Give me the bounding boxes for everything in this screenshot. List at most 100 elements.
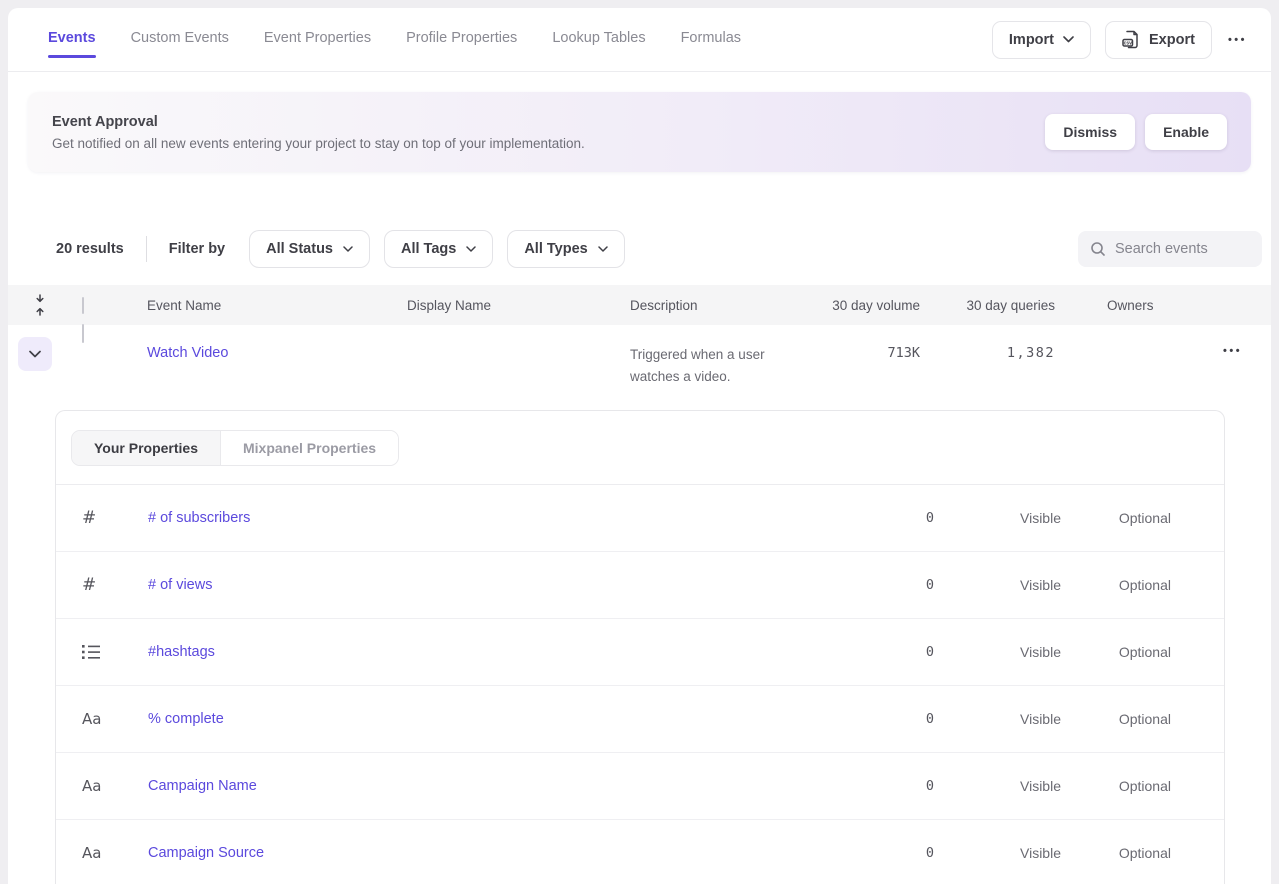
- import-button[interactable]: Import: [992, 21, 1091, 59]
- chevron-down-icon: [1063, 36, 1074, 43]
- event-queries: 1,382: [920, 325, 1055, 361]
- table-header: Event Name Display Name Description 30 d…: [8, 285, 1271, 325]
- list-type-icon: [82, 644, 100, 660]
- collapse-all-icon[interactable]: [33, 293, 47, 317]
- number-type-icon: #: [82, 508, 96, 528]
- search-input[interactable]: [1115, 241, 1250, 257]
- property-name-link[interactable]: #hashtags: [148, 644, 834, 660]
- property-name-link[interactable]: % complete: [148, 711, 834, 727]
- column-volume: 30 day volume: [820, 298, 920, 313]
- property-row: Aa Campaign Name 0 Visible Optional: [56, 753, 1224, 820]
- banner-title: Event Approval: [52, 114, 1045, 130]
- property-requirement: Optional: [1061, 644, 1171, 660]
- property-row: # # of subscribers 0 Visible Optional: [56, 485, 1224, 552]
- row-checkbox[interactable]: [82, 324, 84, 343]
- nav-actions: Import csv Export •••: [992, 21, 1249, 59]
- dismiss-button[interactable]: Dismiss: [1045, 114, 1135, 150]
- text-type-icon: Aa: [82, 777, 101, 795]
- properties-tabs-bar: Your Properties Mixpanel Properties: [56, 411, 1224, 485]
- text-type-icon: Aa: [82, 710, 101, 728]
- event-volume: 713K: [820, 325, 920, 361]
- tags-filter-label: All Tags: [401, 241, 456, 257]
- status-filter-dropdown[interactable]: All Status: [249, 230, 370, 268]
- event-properties-panel: Your Properties Mixpanel Properties # # …: [55, 410, 1225, 884]
- property-visibility: Visible: [934, 711, 1061, 727]
- property-visibility: Visible: [934, 577, 1061, 593]
- filter-dropdowns: All Status All Tags All Types: [249, 230, 625, 268]
- csv-file-icon: csv: [1122, 30, 1140, 49]
- export-button-label: Export: [1149, 32, 1195, 48]
- property-name-link[interactable]: # of views: [148, 577, 834, 593]
- svg-text:csv: csv: [1124, 41, 1133, 47]
- column-event-name: Event Name: [147, 298, 407, 313]
- tab-lookup-tables[interactable]: Lookup Tables: [552, 22, 645, 58]
- property-name-link[interactable]: Campaign Source: [148, 845, 834, 861]
- property-queries: 0: [834, 644, 934, 660]
- types-filter-label: All Types: [524, 241, 587, 257]
- property-requirement: Optional: [1061, 510, 1171, 526]
- more-menu-icon[interactable]: •••: [1226, 28, 1249, 52]
- property-requirement: Optional: [1061, 711, 1171, 727]
- event-name-link[interactable]: Watch Video: [147, 325, 228, 361]
- event-description-line1: Triggered when a user: [630, 344, 820, 366]
- select-all-checkbox[interactable]: [82, 297, 84, 314]
- banner-description: Get notified on all new events entering …: [52, 136, 1045, 151]
- collapse-row-button[interactable]: [18, 337, 52, 371]
- filter-by-label: Filter by: [169, 241, 225, 257]
- property-requirement: Optional: [1061, 845, 1171, 861]
- tab-event-properties[interactable]: Event Properties: [264, 22, 371, 58]
- column-description: Description: [630, 298, 820, 313]
- row-more-menu-icon[interactable]: •••: [1221, 339, 1244, 363]
- property-row: Aa Campaign Source 0 Visible Optional: [56, 820, 1224, 884]
- top-nav: Events Custom Events Event Properties Pr…: [8, 8, 1271, 72]
- property-queries: 0: [834, 577, 934, 593]
- import-button-label: Import: [1009, 32, 1054, 48]
- types-filter-dropdown[interactable]: All Types: [507, 230, 624, 268]
- property-queries: 0: [834, 845, 934, 861]
- tags-filter-dropdown[interactable]: All Tags: [384, 230, 493, 268]
- property-queries: 0: [834, 711, 934, 727]
- banner-text: Event Approval Get notified on all new e…: [52, 114, 1045, 151]
- enable-button[interactable]: Enable: [1145, 114, 1227, 150]
- nav-tabs: Events Custom Events Event Properties Pr…: [48, 22, 992, 58]
- property-requirement: Optional: [1061, 778, 1171, 794]
- property-name-link[interactable]: # of subscribers: [148, 510, 834, 526]
- divider: [146, 236, 147, 262]
- number-type-icon: #: [82, 575, 96, 595]
- event-description-line2: watches a video.: [630, 366, 820, 388]
- property-row: # # of views 0 Visible Optional: [56, 552, 1224, 619]
- tab-mixpanel-properties[interactable]: Mixpanel Properties: [221, 431, 398, 465]
- property-visibility: Visible: [934, 845, 1061, 861]
- tab-profile-properties[interactable]: Profile Properties: [406, 22, 517, 58]
- chevron-down-icon: [29, 350, 41, 358]
- tab-your-properties[interactable]: Your Properties: [72, 431, 221, 465]
- tab-custom-events[interactable]: Custom Events: [131, 22, 229, 58]
- property-queries: 0: [834, 778, 934, 794]
- property-queries: 0: [834, 510, 934, 526]
- chevron-down-icon: [343, 246, 353, 252]
- chevron-down-icon: [598, 246, 608, 252]
- property-requirement: Optional: [1061, 577, 1171, 593]
- content-card: Events Custom Events Event Properties Pr…: [8, 8, 1271, 884]
- search-box[interactable]: [1078, 231, 1262, 267]
- event-approval-banner: Event Approval Get notified on all new e…: [28, 92, 1251, 172]
- property-name-link[interactable]: Campaign Name: [148, 778, 834, 794]
- property-visibility: Visible: [934, 510, 1061, 526]
- text-type-icon: Aa: [82, 844, 101, 862]
- tab-formulas[interactable]: Formulas: [681, 22, 741, 58]
- chevron-down-icon: [466, 246, 476, 252]
- table-row: Watch Video Triggered when a user watche…: [8, 325, 1271, 410]
- property-row: #hashtags 0 Visible Optional: [56, 619, 1224, 686]
- banner-actions: Dismiss Enable: [1045, 114, 1227, 150]
- column-owners: Owners: [1055, 298, 1205, 313]
- search-icon: [1090, 241, 1106, 257]
- column-display-name: Display Name: [407, 298, 630, 313]
- results-count: 20 results: [56, 241, 124, 257]
- property-row: Aa % complete 0 Visible Optional: [56, 686, 1224, 753]
- property-visibility: Visible: [934, 778, 1061, 794]
- status-filter-label: All Status: [266, 241, 333, 257]
- tab-events[interactable]: Events: [48, 22, 96, 58]
- filter-bar: 20 results Filter by All Status All Tags…: [56, 230, 1262, 268]
- export-button[interactable]: csv Export: [1105, 21, 1212, 59]
- properties-tabs: Your Properties Mixpanel Properties: [71, 430, 399, 466]
